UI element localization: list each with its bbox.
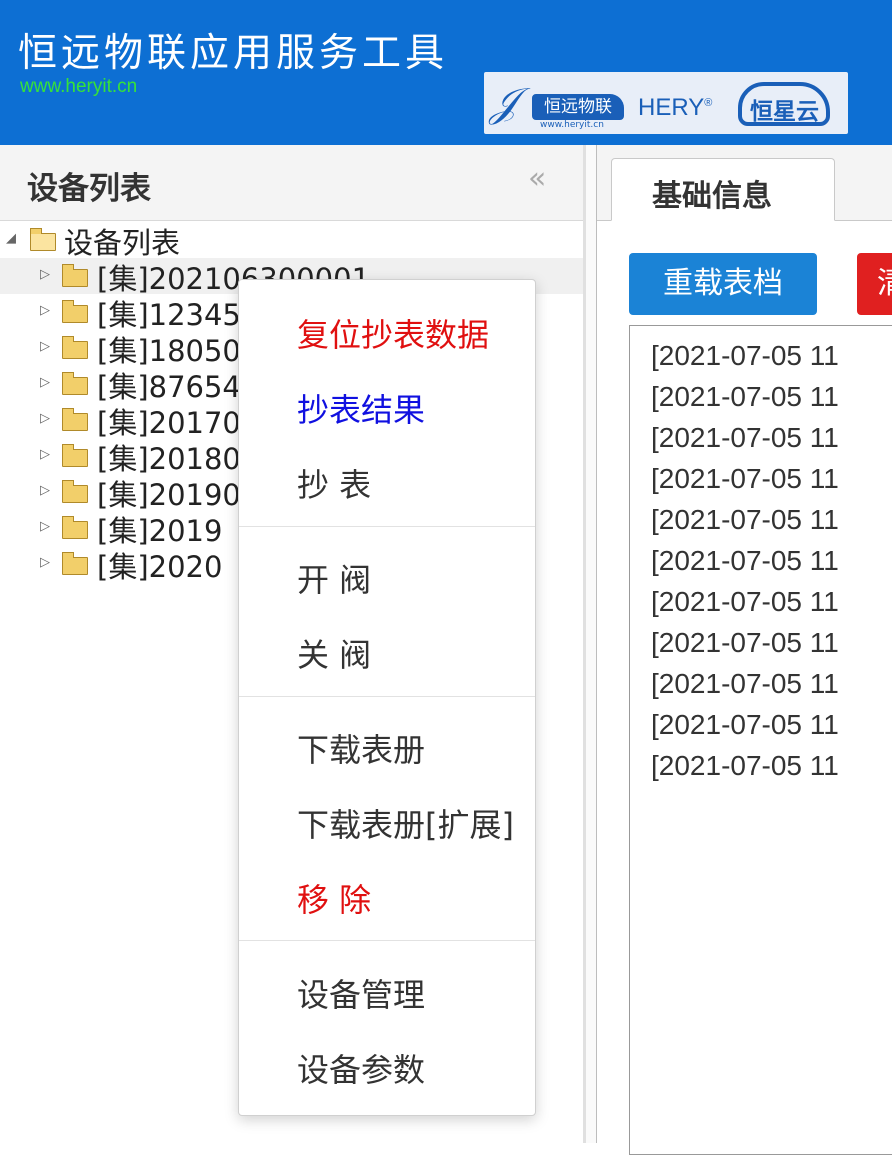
menu-item-remove[interactable]: 移 除 bbox=[297, 875, 371, 921]
collapsed-triangle-icon[interactable]: ▷ bbox=[40, 483, 50, 498]
log-line: [2021-07-05 11 bbox=[651, 422, 839, 453]
collapsed-triangle-icon[interactable]: ▷ bbox=[40, 447, 50, 462]
collapsed-triangle-icon[interactable]: ▷ bbox=[40, 375, 50, 390]
menu-item-close-valve[interactable]: 关 阀 bbox=[297, 630, 371, 676]
menu-item-device-management[interactable]: 设备管理 bbox=[297, 970, 425, 1016]
folder-icon bbox=[62, 300, 88, 323]
collapsed-triangle-icon[interactable]: ▷ bbox=[40, 339, 50, 354]
collapsed-triangle-icon[interactable]: ▷ bbox=[40, 267, 50, 282]
clear-button[interactable]: 清 bbox=[857, 253, 892, 315]
panel-header: 设备列表 « bbox=[0, 145, 583, 221]
logo-brand-url: www.heryit.cn bbox=[540, 120, 604, 130]
log-line: [2021-07-05 11 bbox=[651, 545, 839, 576]
expanded-triangle-icon[interactable]: ◢ bbox=[6, 231, 16, 246]
menu-item-open-valve[interactable]: 开 阀 bbox=[297, 555, 371, 601]
log-line: [2021-07-05 11 bbox=[651, 381, 839, 412]
reload-meter-file-button[interactable]: 重载表档 bbox=[629, 253, 817, 315]
tab-basic-info[interactable]: 基础信息 bbox=[611, 158, 835, 221]
log-line: [2021-07-05 11 bbox=[651, 340, 839, 371]
menu-separator bbox=[239, 696, 535, 697]
folder-icon bbox=[62, 372, 88, 395]
logo-cloud-icon: 恒星云 bbox=[738, 82, 830, 126]
app-url[interactable]: www.heryit.cn bbox=[20, 76, 137, 98]
log-line: [2021-07-05 11 bbox=[651, 504, 839, 535]
menu-item-download-meter-list[interactable]: 下载表册 bbox=[297, 725, 425, 771]
menu-item-read-meter[interactable]: 抄 表 bbox=[297, 460, 371, 506]
app-header: 恒远物联应用服务工具 www.heryit.cn 𝒥 恒远物联 www.hery… bbox=[0, 0, 892, 145]
brand-logo: 𝒥 恒远物联 www.heryit.cn HERY® 恒星云 bbox=[484, 72, 848, 134]
logo-brand-cn: 恒远物联 bbox=[532, 94, 624, 120]
menu-item-device-parameters[interactable]: 设备参数 bbox=[297, 1045, 425, 1091]
folder-icon bbox=[62, 480, 88, 503]
tab-label: 基础信息 bbox=[652, 179, 772, 214]
logo-swirl-icon: 𝒥 bbox=[490, 80, 518, 126]
folder-icon bbox=[62, 264, 88, 287]
log-line: [2021-07-05 11 bbox=[651, 586, 839, 617]
menu-item-download-meter-list-extended[interactable]: 下载表册[扩展] bbox=[297, 800, 514, 846]
collapsed-triangle-icon[interactable]: ▷ bbox=[40, 303, 50, 318]
context-menu: 复位抄表数据 抄表结果 抄 表 开 阀 关 阀 下载表册 下载表册[扩展] 移 … bbox=[238, 279, 536, 1116]
folder-icon bbox=[62, 444, 88, 467]
tree-root[interactable]: ◢ 设备列表 bbox=[0, 222, 583, 260]
panel-title: 设备列表 bbox=[27, 171, 151, 207]
log-line: [2021-07-05 11 bbox=[651, 627, 839, 658]
panel-border bbox=[596, 145, 597, 1143]
app-title: 恒远物联应用服务工具 bbox=[18, 31, 449, 76]
folder-open-icon bbox=[30, 228, 56, 251]
collapse-icon[interactable]: « bbox=[528, 161, 546, 196]
folder-icon bbox=[62, 552, 88, 575]
folder-icon bbox=[62, 336, 88, 359]
folder-icon bbox=[62, 516, 88, 539]
splitter-gap bbox=[586, 145, 596, 1143]
collapsed-triangle-icon[interactable]: ▷ bbox=[40, 519, 50, 534]
menu-separator bbox=[239, 940, 535, 941]
menu-item-reading-result[interactable]: 抄表结果 bbox=[297, 385, 425, 431]
log-line: [2021-07-05 11 bbox=[651, 709, 839, 740]
tree-node-label: [集]2020 bbox=[97, 550, 223, 584]
menu-separator bbox=[239, 526, 535, 527]
collapsed-triangle-icon[interactable]: ▷ bbox=[40, 411, 50, 426]
logo-brand-en: HERY® bbox=[638, 94, 713, 121]
log-line: [2021-07-05 11 bbox=[651, 463, 839, 494]
log-output[interactable]: [2021-07-05 11 [2021-07-05 11 [2021-07-0… bbox=[629, 325, 892, 1155]
log-line: [2021-07-05 11 bbox=[651, 668, 839, 699]
folder-icon bbox=[62, 408, 88, 431]
log-line: [2021-07-05 11 bbox=[651, 750, 839, 781]
collapsed-triangle-icon[interactable]: ▷ bbox=[40, 555, 50, 570]
menu-item-reset-reading-data[interactable]: 复位抄表数据 bbox=[297, 310, 489, 356]
